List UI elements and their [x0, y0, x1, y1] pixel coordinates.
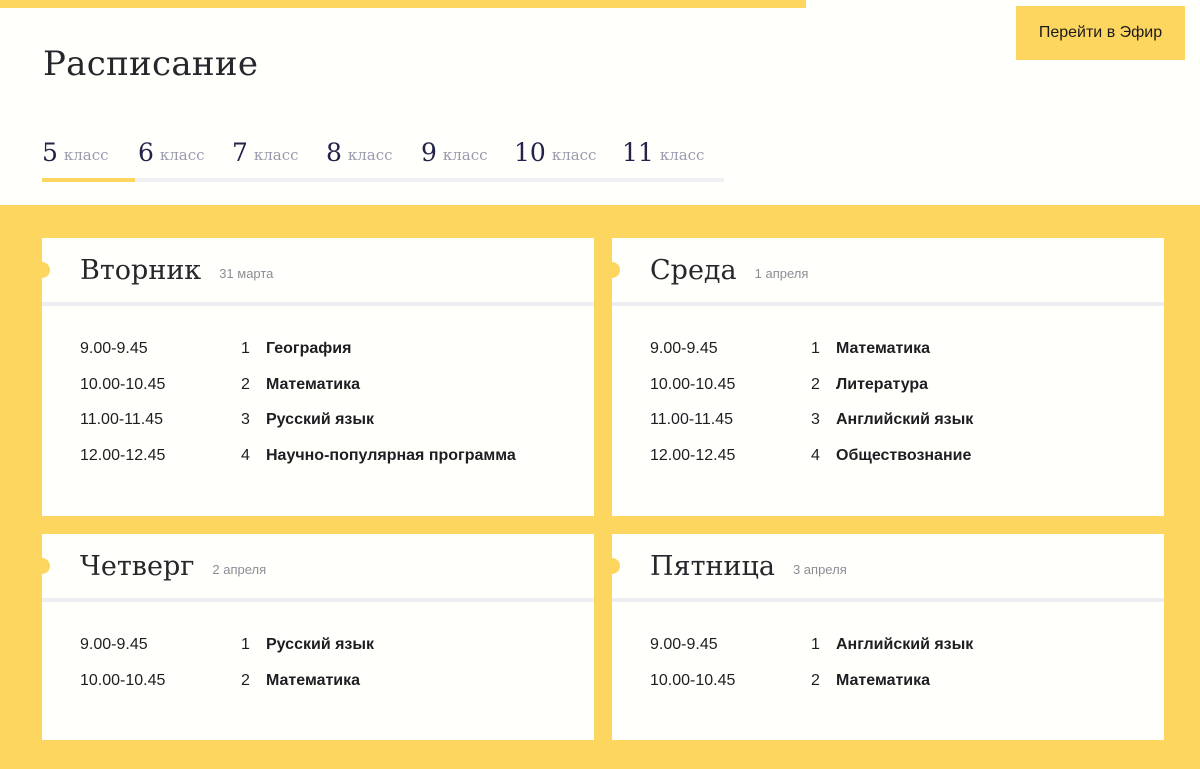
lesson-row: 12.00-12.45 4 Обществознание [612, 447, 1164, 483]
lesson-list: 9.00-9.45 1 Английский язык 10.00-10.45 … [612, 602, 1164, 707]
tab-grade-5[interactable]: 5 класс [42, 126, 135, 182]
lesson-row: 9.00-9.45 1 Математика [612, 340, 1164, 376]
lesson-number: 2 [811, 671, 820, 689]
lesson-subject: Английский язык [836, 411, 974, 428]
card-notch-dot [604, 262, 620, 278]
tab-grade-number: 11 [622, 137, 654, 167]
lesson-row: 11.00-11.45 3 Английский язык [612, 411, 1164, 447]
tab-grade-word: класс [551, 146, 597, 164]
lesson-list: 9.00-9.45 1 Русский язык 10.00-10.45 2 М… [42, 602, 594, 707]
tab-grade-word: класс [442, 146, 488, 164]
lesson-number: 4 [811, 446, 820, 464]
tab-grade-10[interactable]: 10 класс [514, 126, 596, 178]
tab-grade-9[interactable]: 9 класс [421, 126, 488, 178]
go-to-live-button[interactable]: Перейти в Эфир [1016, 6, 1185, 60]
lesson-time: 12.00-12.45 [650, 446, 736, 464]
lesson-subject: Русский язык [266, 636, 375, 653]
lesson-row: 9.00-9.45 1 География [42, 340, 594, 376]
day-date: 2 апреля [212, 561, 267, 577]
lesson-number: 1 [811, 340, 820, 357]
tab-grade-number: 10 [514, 137, 546, 167]
tab-grade-8[interactable]: 8 класс [326, 126, 393, 178]
page-title: Расписание [43, 44, 259, 84]
tab-grade-word: класс [347, 146, 393, 164]
tab-grade-6[interactable]: 6 класс [138, 126, 205, 178]
tab-grade-number: 9 [421, 137, 437, 167]
lesson-number: 3 [241, 411, 250, 428]
lesson-row: 10.00-10.45 2 Математика [42, 672, 594, 708]
lesson-number: 1 [241, 340, 250, 357]
lesson-row: 10.00-10.45 2 Математика [42, 376, 594, 412]
lesson-time: 11.00-11.45 [80, 411, 164, 428]
tab-grade-word: класс [63, 146, 109, 164]
lesson-subject: Научно-популярная программа [266, 446, 516, 464]
day-card-header: Четверг 2 апреля [34, 534, 594, 602]
tab-grade-word: класс [659, 146, 705, 164]
tab-grade-word: класс [253, 146, 299, 164]
lesson-subject: Математика [836, 671, 931, 689]
lesson-subject: География [266, 340, 352, 357]
lesson-time: 9.00-9.45 [650, 636, 718, 653]
lesson-number: 4 [241, 446, 250, 464]
card-notch-dot [34, 262, 50, 278]
day-card-header: Пятница 3 апреля [604, 534, 1164, 602]
tab-grade-word: класс [159, 146, 205, 164]
day-date: 31 марта [219, 265, 274, 281]
day-name: Среда [650, 254, 737, 286]
lesson-number: 2 [241, 671, 250, 689]
lesson-subject: Английский язык [836, 636, 974, 653]
lesson-row: 10.00-10.45 2 Математика [612, 672, 1164, 708]
day-card-header: Вторник 31 марта [34, 238, 594, 306]
lesson-time: 10.00-10.45 [650, 671, 736, 689]
day-date: 3 апреля [792, 561, 847, 577]
lesson-number: 1 [241, 636, 250, 653]
lesson-row: 12.00-12.45 4 Научно-популярная программ… [42, 447, 594, 483]
lesson-number: 2 [241, 375, 250, 393]
tab-grade-7[interactable]: 7 класс [232, 126, 299, 178]
card-notch-dot [604, 558, 620, 574]
lesson-time: 10.00-10.45 [80, 671, 166, 689]
lesson-row: 10.00-10.45 2 Литература [612, 376, 1164, 412]
grade-tabs: 5 класс 6 класс 7 класс 8 класс 9 класс … [42, 126, 724, 182]
day-card-thursday: Четверг 2 апреля 9.00-9.45 1 Русский язы… [34, 534, 594, 740]
lesson-subject: Литература [836, 375, 929, 393]
day-name: Пятница [650, 550, 775, 582]
tab-grade-number: 5 [42, 137, 58, 167]
lesson-subject: Русский язык [266, 411, 375, 428]
tab-grade-number: 7 [232, 137, 248, 167]
day-card-wednesday: Среда 1 апреля 9.00-9.45 1 Математика 10… [604, 238, 1164, 516]
lesson-time: 9.00-9.45 [650, 340, 718, 357]
day-date: 1 апреля [754, 265, 809, 281]
lesson-time: 11.00-11.45 [650, 411, 734, 428]
day-name: Вторник [80, 254, 202, 286]
day-card-header: Среда 1 апреля [604, 238, 1164, 306]
lesson-time: 9.00-9.45 [80, 636, 148, 653]
tab-grade-number: 6 [138, 137, 154, 167]
day-card-tuesday: Вторник 31 марта 9.00-9.45 1 География 1… [34, 238, 594, 516]
day-name: Четверг [80, 550, 195, 582]
lesson-time: 10.00-10.45 [650, 375, 736, 393]
lesson-time: 10.00-10.45 [80, 375, 166, 393]
lesson-time: 12.00-12.45 [80, 446, 166, 464]
top-accent-stripe [0, 0, 806, 8]
lesson-subject: Обществознание [836, 446, 972, 464]
lesson-number: 2 [811, 375, 820, 393]
lesson-list: 9.00-9.45 1 Математика 10.00-10.45 2 Лит… [612, 306, 1164, 482]
lesson-time: 9.00-9.45 [80, 340, 148, 357]
lesson-list: 9.00-9.45 1 География 10.00-10.45 2 Мате… [42, 306, 594, 482]
lesson-number: 1 [811, 636, 820, 653]
card-notch-dot [34, 558, 50, 574]
lesson-number: 3 [811, 411, 820, 428]
lesson-row: 9.00-9.45 1 Английский язык [612, 636, 1164, 672]
lesson-subject: Математика [266, 671, 361, 689]
lesson-row: 11.00-11.45 3 Русский язык [42, 411, 594, 447]
lesson-subject: Математика [266, 375, 361, 393]
lesson-subject: Математика [836, 340, 931, 357]
tab-grade-11[interactable]: 11 класс [622, 126, 704, 178]
lesson-row: 9.00-9.45 1 Русский язык [42, 636, 594, 672]
tab-grade-number: 8 [326, 137, 342, 167]
day-card-friday: Пятница 3 апреля 9.00-9.45 1 Английский … [604, 534, 1164, 740]
